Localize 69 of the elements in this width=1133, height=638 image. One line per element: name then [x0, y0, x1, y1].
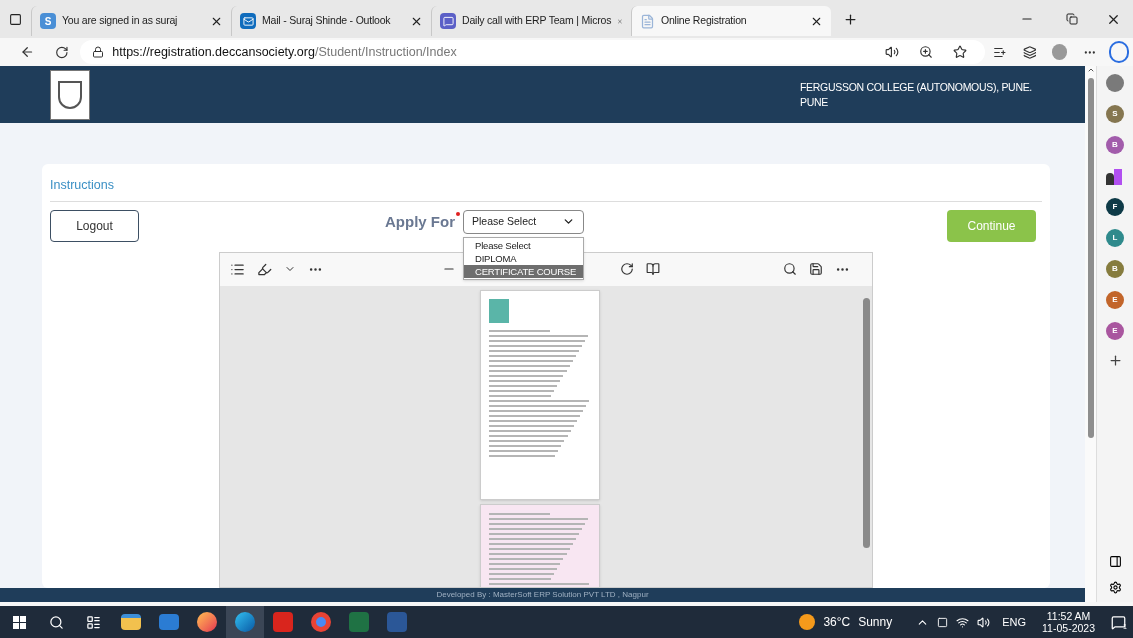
weather-icon[interactable] — [799, 614, 816, 630]
page-icon — [640, 13, 655, 29]
logout-button[interactable]: Logout — [50, 209, 139, 242]
volume-icon[interactable] — [977, 615, 991, 629]
search-icon[interactable] — [783, 262, 797, 277]
sidebar-avatar[interactable]: B — [1106, 260, 1124, 278]
favorite-icon[interactable] — [953, 45, 967, 59]
chess-pieces-icon[interactable] — [1106, 167, 1124, 185]
sidebar-avatar[interactable]: S — [1106, 105, 1124, 123]
temperature: 36°C — [823, 614, 851, 631]
highlighter-icon[interactable] — [257, 261, 272, 277]
read-aloud-icon[interactable] — [885, 45, 899, 59]
search-icon[interactable] — [49, 614, 64, 630]
dropdown-option[interactable]: DIPLOMA — [464, 251, 583, 265]
weather-text: Sunny — [858, 614, 893, 631]
folder-icon[interactable] — [121, 614, 141, 630]
dropdown-option[interactable]: Please Select — [464, 238, 583, 252]
back-icon[interactable] — [20, 44, 35, 60]
new-tab-icon[interactable] — [843, 11, 858, 27]
lock-icon — [92, 46, 105, 58]
browser-tab[interactable]: Mail - Suraj Shinde - Outlook — [231, 6, 431, 36]
reload-icon[interactable] — [54, 44, 69, 60]
address-field[interactable]: https://registration.deccansociety.org/Student/Instruction/Index — [80, 40, 985, 64]
language-indicator[interactable]: ENG — [1002, 613, 1027, 631]
restore-icon[interactable] — [1066, 13, 1078, 25]
settings-icon[interactable] — [1108, 581, 1122, 594]
notification-icon — [1110, 614, 1126, 630]
sidebar-avatar[interactable]: B — [1106, 136, 1124, 154]
college-crest-icon — [50, 69, 90, 120]
globe-icon[interactable] — [197, 612, 217, 632]
section-title: Instructions — [50, 177, 115, 194]
tab-title: Mail - Suraj Shinde - Outlook — [262, 13, 392, 29]
sidebar-avatar[interactable] — [1106, 74, 1124, 92]
sidebar-avatar[interactable]: F — [1106, 198, 1124, 216]
apply-for-select[interactable]: Please Select — [463, 209, 584, 234]
sidebar-avatar[interactable]: E — [1106, 291, 1124, 309]
rotate-icon[interactable] — [620, 262, 634, 277]
sidebar-toggle-icon[interactable] — [1108, 555, 1122, 568]
field-label: Apply For — [385, 211, 455, 232]
wifi-icon[interactable] — [956, 615, 970, 629]
browser-tab[interactable]: S You are signed in as suraj — [31, 6, 231, 36]
contents-icon[interactable] — [230, 261, 245, 277]
save-icon[interactable] — [809, 262, 823, 277]
college-name: PUNE — [800, 94, 828, 110]
tab-title: Daily call with ERP Team | Micros — [462, 13, 612, 29]
mail-icon — [240, 13, 256, 29]
profile-avatar[interactable] — [1052, 44, 1067, 60]
sidebar-avatar[interactable]: L — [1106, 229, 1124, 247]
clock[interactable]: 11:52 AM 11-05-2023 — [1042, 610, 1095, 634]
url-text: https://registration.deccansociety.org/Student/Instruction/Index — [112, 43, 457, 61]
tab-title: Online Registration — [661, 13, 748, 29]
tab-title: You are signed in as suraj — [62, 13, 179, 29]
zoom-icon[interactable] — [919, 45, 933, 59]
browser-tab[interactable]: Online Registration — [631, 6, 831, 36]
task-view-icon[interactable] — [86, 614, 101, 630]
page-view-icon[interactable] — [646, 262, 660, 277]
tab-favicon: S — [40, 13, 56, 29]
college-name: FERGUSSON COLLEGE (AUTONOMOUS), PUNE. — [800, 79, 1032, 95]
tab-actions-icon[interactable] — [9, 12, 22, 26]
add-icon[interactable] — [1107, 353, 1123, 368]
sidebar-avatar[interactable]: E — [1106, 322, 1124, 340]
scroll-up-icon[interactable] — [1086, 66, 1095, 74]
chat-icon — [440, 13, 456, 29]
browser-icon[interactable] — [235, 612, 255, 632]
copilot-icon[interactable] — [1108, 41, 1129, 63]
footer-text: Developed By : MasterSoft ERP Solution PVT LTD , Nagpur — [436, 589, 649, 601]
collections-icon[interactable] — [1022, 44, 1037, 60]
dropdown-option[interactable]: CERTIFICATE COURSE — [464, 264, 583, 278]
browser-tab[interactable]: Daily call with ERP Team | Micros — [431, 6, 631, 36]
